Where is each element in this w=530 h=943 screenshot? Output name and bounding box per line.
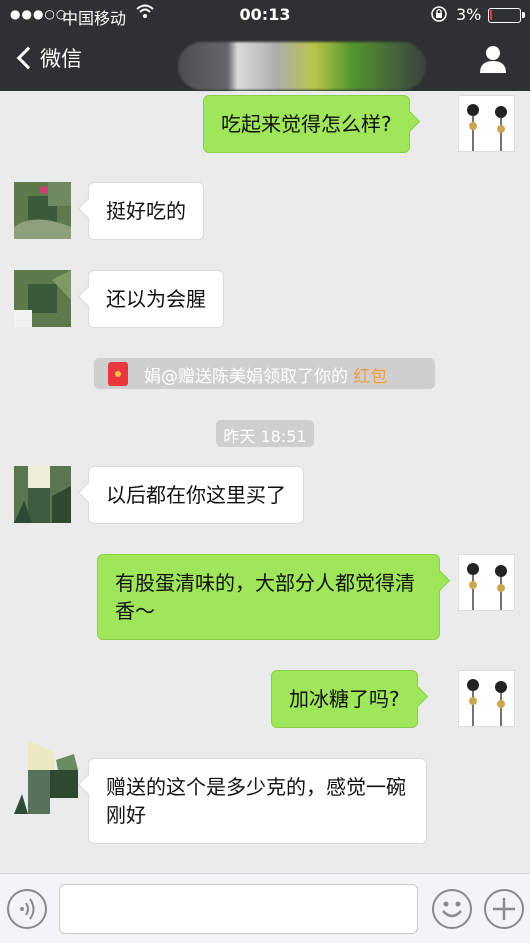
back-button[interactable]: 微信 [14,43,82,73]
status-time: 00:13 [239,5,291,24]
nav-bar: 微信 [0,30,530,91]
contact-name-redacted [178,42,426,90]
contact-avatar[interactable] [14,466,71,523]
back-button-label: 微信 [40,47,82,71]
red-packet-notice[interactable]: 娟@赠送陈美娟领取了你的 红包 [94,358,435,389]
my-avatar[interactable] [458,554,515,611]
battery-percent: 3% [456,5,482,24]
red-packet-notice-text: 娟@赠送陈美娟领取了你的 [144,367,354,387]
contact-avatar[interactable] [14,742,78,814]
message-bubble-incoming[interactable]: 赠送的这个是多少克的，感觉一碗刚好 [88,758,427,844]
timestamp-badge: 昨天 18:51 [216,420,314,447]
battery-tip [522,12,525,18]
message-bubble-incoming[interactable]: 还以为会腥 [88,270,224,328]
red-packet-link[interactable]: 红包 [353,367,387,387]
red-packet-icon [108,362,128,386]
contact-avatar[interactable] [14,270,71,327]
contact-avatar[interactable] [14,182,71,239]
plus-icon[interactable] [484,889,524,929]
battery-icon [488,8,525,23]
person-icon[interactable] [478,44,508,74]
battery-level-fill [490,10,492,20]
message-bubble-outgoing[interactable]: 有股蛋清味的，大部分人都觉得清香～ [97,554,440,640]
my-avatar[interactable] [458,95,515,152]
status-bar: ●●●○○ 中国移动 00:13 3% [0,0,530,30]
message-input[interactable] [59,884,418,934]
chat-area[interactable]: 吃起来觉得怎么样? 挺好吃的 还以为会腥 娟@赠送陈美娟领取了你的 红包 昨天 … [0,91,530,873]
input-bar [0,873,530,943]
message-bubble-incoming[interactable]: 挺好吃的 [88,182,204,240]
voice-icon[interactable] [7,889,47,929]
message-bubble-outgoing[interactable]: 吃起来觉得怎么样? [203,95,410,153]
message-bubble-incoming[interactable]: 以后都在你这里买了 [88,466,304,524]
emoji-icon[interactable] [432,889,472,929]
chevron-left-icon [16,46,40,70]
my-avatar[interactable] [458,670,515,727]
message-bubble-outgoing[interactable]: 加冰糖了吗? [271,670,418,728]
rotation-lock-icon [430,5,448,27]
top-bar: ●●●○○ 中国移动 00:13 3% 微信 [0,0,530,91]
